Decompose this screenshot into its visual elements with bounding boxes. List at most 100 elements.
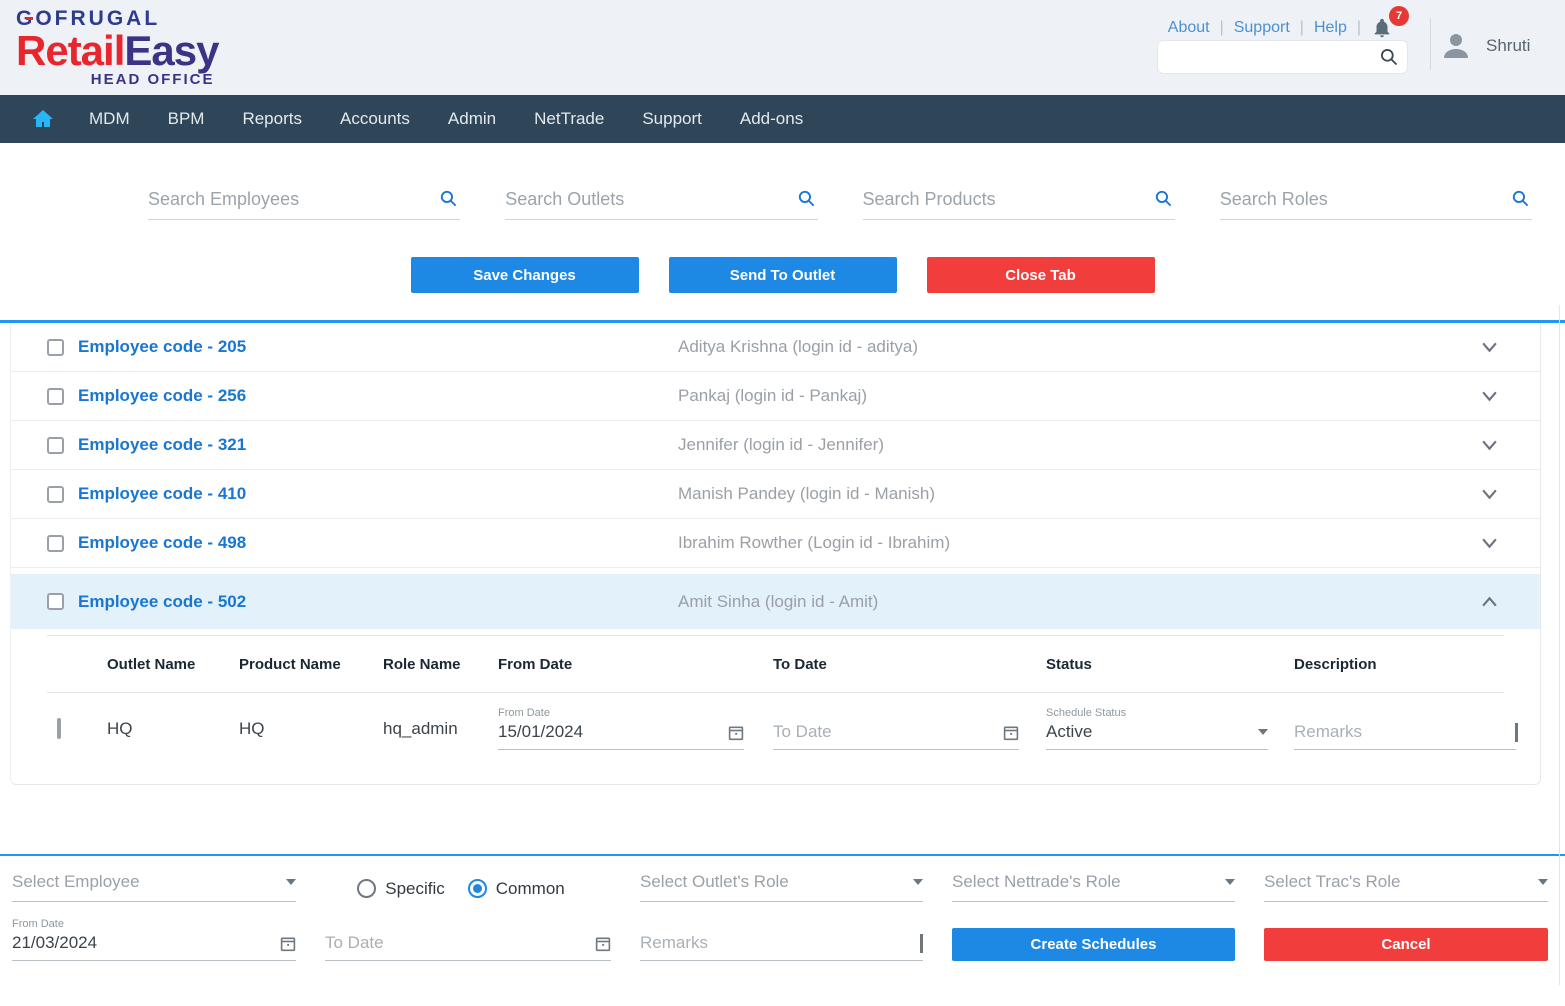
panel-from-date-field[interactable]: From Date bbox=[12, 918, 296, 961]
scrollbar-track[interactable] bbox=[1559, 305, 1560, 985]
search-employees-input[interactable] bbox=[148, 189, 429, 210]
select-employee-dropdown[interactable]: Select Employee bbox=[12, 872, 296, 902]
row-checkbox[interactable] bbox=[47, 388, 64, 405]
to-date-input[interactable] bbox=[773, 722, 1003, 742]
search-roles-input[interactable] bbox=[1220, 189, 1501, 210]
nav-item-accounts[interactable]: Accounts bbox=[321, 95, 429, 143]
panel-from-date-input[interactable] bbox=[12, 933, 280, 953]
schedule-row-checkbox[interactable] bbox=[57, 718, 61, 739]
radio-specific[interactable] bbox=[357, 879, 376, 898]
calendar-icon[interactable] bbox=[280, 935, 296, 952]
row-checkbox[interactable] bbox=[47, 593, 64, 610]
nav-item-mdm[interactable]: MDM bbox=[70, 95, 149, 143]
employee-row[interactable]: Employee code - 256 Pankaj (login id - P… bbox=[11, 372, 1540, 421]
calendar-icon[interactable] bbox=[1003, 724, 1019, 741]
user-chip[interactable]: Shruti bbox=[1438, 28, 1530, 64]
send-to-outlet-button[interactable]: Send To Outlet bbox=[669, 257, 897, 293]
about-link[interactable]: About bbox=[1168, 19, 1210, 37]
dropdown-arrow-icon bbox=[286, 879, 296, 885]
search-icon[interactable] bbox=[1379, 47, 1399, 67]
text-cursor-handle bbox=[1515, 723, 1518, 742]
row-checkbox[interactable] bbox=[47, 437, 64, 454]
search-icon[interactable] bbox=[797, 189, 816, 208]
dropdown-arrow-icon[interactable] bbox=[1258, 729, 1268, 735]
close-tab-button[interactable]: Close Tab bbox=[927, 257, 1155, 293]
support-link[interactable]: Support bbox=[1234, 19, 1290, 37]
employee-row[interactable]: Employee code - 321 Jennifer (login id -… bbox=[11, 421, 1540, 470]
search-icon[interactable] bbox=[1511, 189, 1530, 208]
create-schedules-button[interactable]: Create Schedules bbox=[952, 928, 1235, 961]
dropdown-arrow-icon bbox=[1225, 879, 1235, 885]
employee-code[interactable]: Employee code - 502 bbox=[78, 592, 246, 612]
select-nettrade-role-placeholder: Select Nettrade's Role bbox=[952, 872, 1225, 892]
home-icon[interactable] bbox=[16, 107, 70, 131]
from-date-label: From Date bbox=[498, 707, 744, 719]
chevron-down-icon[interactable] bbox=[1481, 390, 1498, 402]
schedule-status-value[interactable]: Active bbox=[1046, 722, 1258, 742]
search-employees-field[interactable] bbox=[148, 189, 460, 220]
row-checkbox[interactable] bbox=[47, 486, 64, 503]
save-changes-button[interactable]: Save Changes bbox=[411, 257, 639, 293]
cancel-button[interactable]: Cancel bbox=[1264, 928, 1548, 961]
link-separator: | bbox=[1220, 19, 1224, 37]
notification-bell-icon[interactable]: 7 bbox=[1371, 16, 1397, 40]
schedule-status-select[interactable]: Schedule Status Active bbox=[1046, 707, 1268, 750]
create-schedule-panel: Select Employee Specific Common Select O… bbox=[0, 856, 1565, 961]
search-icon[interactable] bbox=[1154, 189, 1173, 208]
schedule-table-header: Outlet Name Product Name Role Name From … bbox=[47, 635, 1504, 693]
row-checkbox[interactable] bbox=[47, 339, 64, 356]
employee-row-expanded[interactable]: Employee code - 502 Amit Sinha (login id… bbox=[11, 574, 1540, 629]
chevron-down-icon[interactable] bbox=[1481, 341, 1498, 353]
employee-row[interactable]: Employee code - 498 Ibrahim Rowther (Log… bbox=[11, 519, 1540, 568]
chevron-down-icon[interactable] bbox=[1481, 537, 1498, 549]
chevron-down-icon[interactable] bbox=[1481, 439, 1498, 451]
nav-item-bpm[interactable]: BPM bbox=[149, 95, 224, 143]
col-status: Status bbox=[1046, 656, 1294, 673]
nav-item-admin[interactable]: Admin bbox=[429, 95, 515, 143]
from-date-input[interactable] bbox=[498, 722, 728, 742]
search-outlets-input[interactable] bbox=[505, 189, 786, 210]
search-icon[interactable] bbox=[439, 189, 458, 208]
radio-common-selected[interactable] bbox=[468, 879, 487, 898]
employee-code[interactable]: Employee code - 321 bbox=[78, 435, 246, 455]
radio-common-label[interactable]: Common bbox=[496, 879, 565, 899]
radio-specific-label[interactable]: Specific bbox=[385, 879, 445, 899]
top-header: GGOFRUGALOFRUGAL RetailEasy HEAD OFFICE … bbox=[0, 0, 1565, 95]
calendar-icon[interactable] bbox=[728, 724, 744, 741]
row-checkbox[interactable] bbox=[47, 535, 64, 552]
nav-item-support[interactable]: Support bbox=[623, 95, 721, 143]
header-search-input[interactable] bbox=[1158, 41, 1379, 73]
employee-code[interactable]: Employee code - 498 bbox=[78, 533, 246, 553]
panel-remarks-input[interactable] bbox=[640, 933, 920, 953]
panel-to-date-input[interactable] bbox=[325, 933, 595, 953]
nav-item-nettrade[interactable]: NetTrade bbox=[515, 95, 623, 143]
search-roles-field[interactable] bbox=[1220, 189, 1532, 220]
search-outlets-field[interactable] bbox=[505, 189, 817, 220]
panel-remarks-field[interactable] bbox=[640, 933, 923, 961]
chevron-down-icon[interactable] bbox=[1481, 488, 1498, 500]
nav-item-addons[interactable]: Add-ons bbox=[721, 95, 822, 143]
chevron-up-icon[interactable] bbox=[1481, 596, 1498, 608]
help-link[interactable]: Help bbox=[1314, 19, 1347, 37]
description-label-spacer bbox=[1294, 707, 1516, 719]
calendar-icon[interactable] bbox=[595, 935, 611, 952]
search-products-input[interactable] bbox=[863, 189, 1144, 210]
from-date-field[interactable]: From Date bbox=[498, 707, 744, 750]
employee-row[interactable]: Employee code - 410 Manish Pandey (login… bbox=[11, 470, 1540, 519]
description-field[interactable] bbox=[1294, 707, 1516, 750]
select-trac-role-dropdown[interactable]: Select Trac's Role bbox=[1264, 872, 1548, 902]
to-date-field[interactable] bbox=[773, 707, 1019, 750]
panel-to-date-field[interactable] bbox=[325, 933, 611, 961]
select-outlet-role-dropdown[interactable]: Select Outlet's Role bbox=[640, 872, 923, 902]
employee-row[interactable]: Employee code - 205 Aditya Krishna (logi… bbox=[11, 323, 1540, 372]
employee-code[interactable]: Employee code - 410 bbox=[78, 484, 246, 504]
employee-code[interactable]: Employee code - 205 bbox=[78, 337, 246, 357]
select-trac-role-placeholder: Select Trac's Role bbox=[1264, 872, 1538, 892]
remarks-input[interactable] bbox=[1294, 722, 1515, 742]
select-nettrade-role-dropdown[interactable]: Select Nettrade's Role bbox=[952, 872, 1235, 902]
header-search-box[interactable] bbox=[1157, 40, 1408, 74]
schedule-table: Outlet Name Product Name Role Name From … bbox=[11, 635, 1540, 774]
search-products-field[interactable] bbox=[863, 189, 1175, 220]
employee-code[interactable]: Employee code - 256 bbox=[78, 386, 246, 406]
nav-item-reports[interactable]: Reports bbox=[223, 95, 321, 143]
